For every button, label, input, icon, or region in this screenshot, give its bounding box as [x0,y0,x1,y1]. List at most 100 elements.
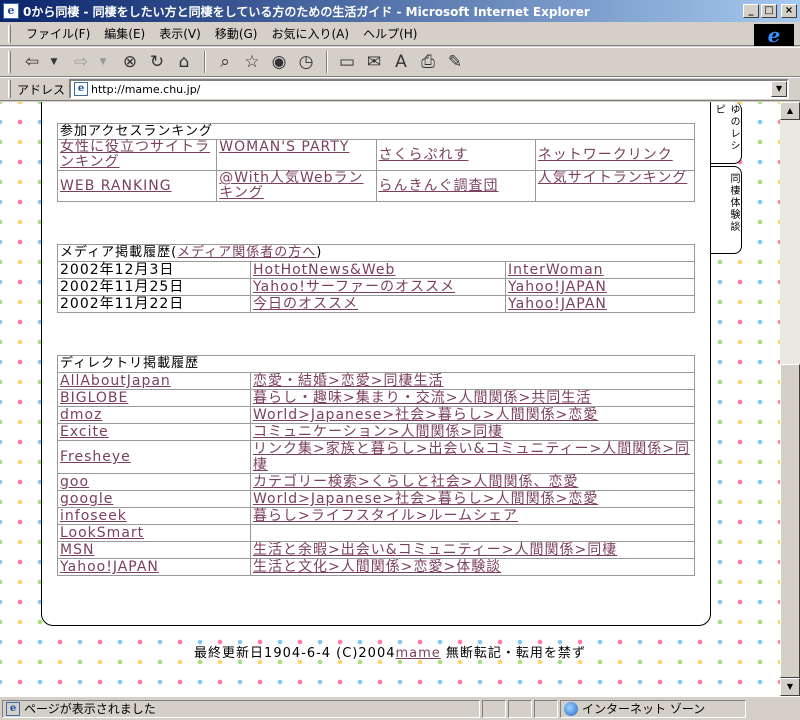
back-dropdown-icon[interactable]: ▼ [46,50,62,74]
close-button[interactable]: × [781,4,797,18]
media-site-link[interactable]: Yahoo!JAPAN [508,296,607,312]
refresh-icon[interactable]: ↻ [144,50,170,74]
directory-name-link[interactable]: AllAboutJapan [60,373,171,389]
tab-experience[interactable]: 同棲体験談 [711,166,742,254]
vertical-scrollbar[interactable]: ▲ ▼ [780,102,800,696]
scroll-thumb[interactable] [780,364,800,678]
table-row: 2002年12月3日 HotHotNews&Web InterWoman [57,261,695,279]
address-label: アドレス [17,82,66,97]
menu-bar: ファイル(F) 編集(E) 表示(V) 移動(G) お気に入り(A) ヘルプ(H… [0,22,800,46]
edit-icon[interactable]: ✎ [442,50,468,74]
ranking-link[interactable]: WOMAN'S PARTY [219,139,349,155]
back-icon[interactable]: ⇦ [19,50,45,74]
table-row: Yahoo!JAPAN 生活と文化>人間関係>恋愛>体験談 [57,558,695,576]
table-row: Excite コミュニケーション>人間関係>同棲 [57,423,695,441]
page-icon: e [74,82,89,96]
directory-path-link[interactable]: 生活と文化>人間関係>恋愛>体験談 [253,559,501,575]
home-icon[interactable]: ⌂ [171,50,197,74]
directory-path-link[interactable]: World>Japanese>社会>暮らし>人間関係>恋愛 [253,407,598,423]
print-icon[interactable]: ⎙ [415,50,441,74]
directory-name-link[interactable]: BIGLOBE [60,390,128,406]
directory-path-link[interactable]: カテゴリー検索>くらしと社会>人間関係、恋愛 [253,474,578,490]
media-site-link[interactable]: Yahoo!JAPAN [508,279,607,295]
internet-zone-icon [564,701,578,716]
directory-name-link[interactable]: infoseek [60,508,127,524]
history-icon[interactable]: ◷ [293,50,319,74]
menu-help[interactable]: ヘルプ(H) [356,25,424,42]
directory-path-link[interactable]: リンク集>家族と暮らし>出会い&コミュニティー>人間関係>同棲 [253,441,690,473]
media-icon[interactable]: ◉ [266,50,292,74]
address-bar: アドレス e ▼ [0,77,800,101]
directory-name-link[interactable]: Excite [60,424,109,440]
address-input[interactable] [91,81,772,97]
media-item-link[interactable]: Yahoo!サーファーのオススメ [253,279,455,295]
forward-dropdown-icon[interactable]: ▼ [95,50,111,74]
ranking-link[interactable]: ネットワークリンク [538,147,673,163]
directory-name-link[interactable]: MSN [60,542,94,558]
directory-name-link[interactable]: google [60,491,113,507]
mail-icon[interactable]: ✉ [361,50,387,74]
forward-icon[interactable]: ⇨ [68,50,94,74]
toolbar-grip[interactable] [8,51,11,73]
directory-path-link[interactable]: コミュニケーション>人間関係>同棲 [253,424,503,440]
directory-path-link[interactable]: 暮らし>ライフスタイル>ルームシェア [253,508,518,524]
search-icon[interactable]: ⌕ [212,50,238,74]
menu-favorites[interactable]: お気に入り(A) [264,25,356,42]
directory-name-link[interactable]: goo [60,474,89,490]
page-content: ゆのレシピ 同棲体験談 参加アクセスランキング 女性に役立つサイトランキング W… [0,102,780,696]
author-link[interactable]: mame [396,646,441,661]
table-row: goo カテゴリー検索>くらしと社会>人間関係、恋愛 [57,473,695,491]
ranking-link[interactable]: WEB RANKING [60,178,172,194]
table-row: BIGLOBE 暮らし・趣味>集まり・交流>人間関係>共同生活 [57,389,695,407]
maximize-button[interactable]: □ [761,4,777,18]
menu-edit[interactable]: 編集(E) [97,25,152,42]
fullscreen-icon[interactable]: ▭ [334,50,360,74]
table-row: google World>Japanese>社会>暮らし>人間関係>恋愛 [57,490,695,508]
directory-path-empty [250,524,695,542]
table-row: LookSmart [57,524,695,542]
ranking-link[interactable]: 女性に役立つサイトランキング [60,139,210,170]
security-zone: インターネット ゾーン [560,699,746,718]
font-size-icon[interactable]: A [388,50,414,74]
table-row: MSN 生活と余暇>出会い&コミュニティー>人間関係>同棲 [57,541,695,559]
directory-name-link[interactable]: Yahoo!JAPAN [60,559,159,575]
status-message: e ページが表示されました [2,699,480,718]
table-row: 2002年11月22日 今日のオススメ Yahoo!JAPAN [57,295,695,313]
minimize-button[interactable]: _ [743,4,759,18]
menu-file[interactable]: ファイル(F) [19,25,97,42]
media-item-link[interactable]: 今日のオススメ [253,296,358,312]
page-footer: 最終更新日1904-6-4 (C)2004mame 無断転記・転用を禁ず [194,646,586,661]
media-date: 2002年11月22日 [57,295,251,313]
standard-toolbar: ⇦ ▼ ⇨ ▼ ⊗ ↻ ⌂ ⌕ ☆ ◉ ◷ ▭ ✉ A ⎙ ✎ [0,47,800,77]
directory-path-link[interactable]: World>Japanese>社会>暮らし>人間関係>恋愛 [253,491,598,507]
ranking-heading: 参加アクセスランキング [57,123,695,140]
stop-icon[interactable]: ⊗ [117,50,143,74]
menu-view[interactable]: 表示(V) [152,25,208,42]
media-contact-link[interactable]: メディア関係者の方へ [177,245,316,260]
table-row: 2002年11月25日 Yahoo!サーファーのオススメ Yahoo!JAPAN [57,278,695,296]
toolbar-grip[interactable] [8,80,11,98]
scroll-up-icon[interactable]: ▲ [780,102,800,120]
scroll-down-icon[interactable]: ▼ [780,678,800,696]
directory-name-link[interactable]: dmoz [60,407,102,423]
directory-path-link[interactable]: 恋愛・結婚>恋愛>同棲生活 [253,373,443,389]
directory-name-link[interactable]: LookSmart [60,525,144,541]
directory-name-link[interactable]: Fresheye [60,449,131,465]
table-row: AllAboutJapan 恋愛・結婚>恋愛>同棲生活 [57,372,695,390]
window-title: 0から同棲 - 同棲をしたい方と同棲をしている方のための生活ガイド - Micr… [23,4,590,19]
directory-heading: ディレクトリ掲載履歴 [57,355,695,373]
media-site-link[interactable]: InterWoman [508,262,604,278]
directory-path-link[interactable]: 生活と余暇>出会い&コミュニティー>人間関係>同棲 [253,542,617,558]
favorites-icon[interactable]: ☆ [239,50,265,74]
media-item-link[interactable]: HotHotNews&Web [253,262,395,278]
toolbar-grip[interactable] [8,24,11,43]
address-dropdown-icon[interactable]: ▼ [771,81,788,97]
ranking-link[interactable]: らんきんぐ調査団 [379,178,499,194]
ranking-link[interactable]: さくらぷれす [379,147,469,163]
ie-page-icon: e [3,3,19,19]
directory-path-link[interactable]: 暮らし・趣味>集まり・交流>人間関係>共同生活 [253,390,591,406]
ranking-link[interactable]: 人気サイトランキング [538,170,688,186]
menu-go[interactable]: 移動(G) [208,25,265,42]
ranking-link[interactable]: @With人気Webランキング [219,170,363,201]
tab-recipe[interactable]: ゆのレシピ [711,102,742,164]
